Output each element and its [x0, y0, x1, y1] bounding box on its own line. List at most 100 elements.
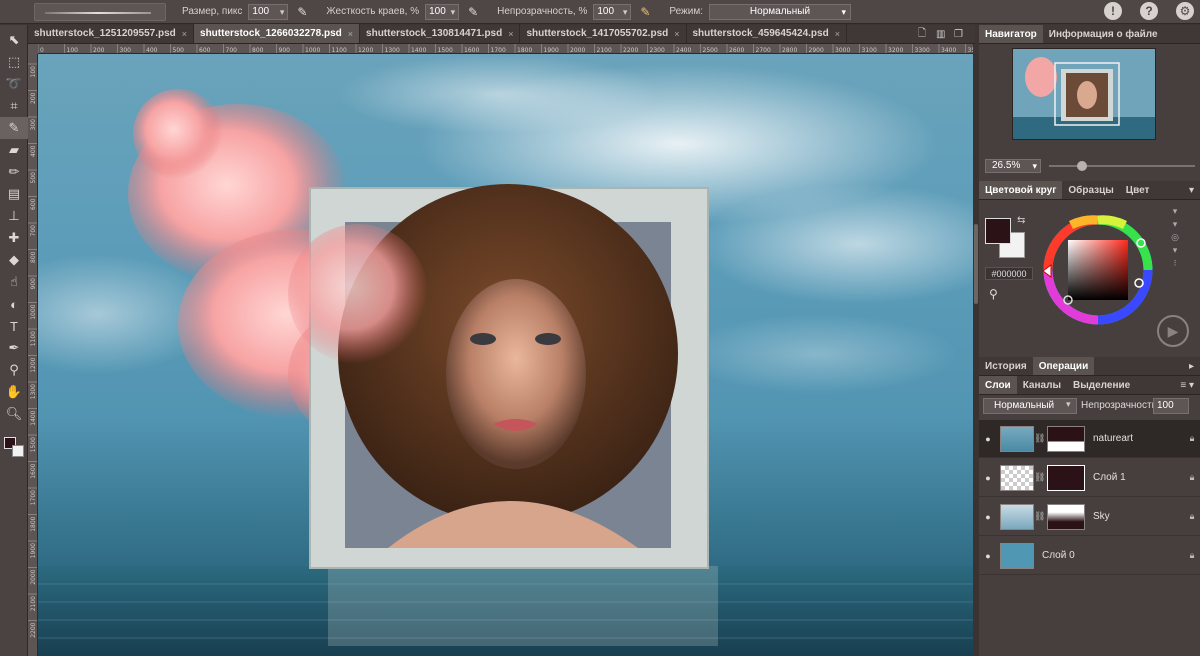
layer-blend-select[interactable]: Нормальный — [983, 398, 1077, 414]
crop-tool-icon[interactable]: ⌗ — [0, 95, 28, 117]
pen-tool-icon[interactable]: ✒ — [0, 337, 28, 359]
layer-name[interactable]: natureart — [1093, 433, 1184, 444]
tab-navigator[interactable]: Навигатор — [979, 25, 1043, 43]
zoom-tool-icon[interactable]: 🔍︎ — [0, 403, 28, 425]
ruler-label: 1100 — [30, 331, 37, 346]
tab-document[interactable]: shutterstock_459645424.psd × — [687, 24, 847, 43]
brush-tool-icon[interactable]: ✎ — [0, 117, 28, 139]
ruler-label: 200 — [30, 92, 37, 104]
close-icon[interactable]: × — [835, 29, 840, 39]
ruler-label: 400 — [30, 145, 37, 157]
background-color-swatch[interactable] — [12, 445, 24, 457]
new-document-icon[interactable]: 🗋 — [918, 25, 926, 44]
gradient-tool-icon[interactable]: ▤ — [0, 183, 28, 205]
close-icon[interactable]: × — [182, 29, 187, 39]
tab-layers[interactable]: Слои — [979, 376, 1017, 394]
layer-mask-thumbnail[interactable] — [1047, 503, 1085, 530]
layer-name[interactable]: Слой 1 — [1093, 472, 1184, 483]
link-icon[interactable]: ⛓ — [1034, 433, 1045, 444]
tab-history[interactable]: История — [979, 357, 1033, 375]
layer-row[interactable]: ● ⛓ Слой 1 🔒︎ — [979, 459, 1200, 497]
cascade-windows-icon[interactable]: ❐ — [954, 25, 963, 44]
hardness-input[interactable]: 100 — [425, 3, 460, 20]
hand-tool-icon[interactable]: ✋ — [0, 381, 28, 403]
brush-preset-picker[interactable] — [34, 2, 166, 21]
navigator-thumbnail[interactable] — [1012, 48, 1156, 140]
tab-color[interactable]: Цвет — [1120, 181, 1156, 199]
close-icon[interactable]: × — [508, 29, 513, 39]
dodge-tool-icon[interactable]: ◐ — [0, 293, 28, 315]
lock-icon[interactable]: 🔒︎ — [1184, 511, 1200, 522]
document-canvas[interactable] — [38, 54, 973, 656]
pen-pressure-icon[interactable]: ✎ — [294, 4, 310, 20]
document-tabs: shutterstock_1251209557.psd × shutterstoc… — [28, 24, 975, 44]
swap-colors-icon[interactable]: ⇆ — [1017, 215, 1025, 226]
tab-selection[interactable]: Выделение — [1067, 376, 1136, 394]
tab-operations[interactable]: Операции — [1032, 357, 1095, 375]
settings-gear-icon[interactable]: ⚙ — [1176, 2, 1194, 20]
visibility-eye-icon[interactable]: ● — [979, 434, 997, 444]
layer-row[interactable]: ● ⛓ natureart 🔒︎ — [979, 420, 1200, 458]
panel-menu-icon[interactable]: ▾ — [1183, 181, 1200, 199]
link-icon[interactable]: ⛓ — [1034, 511, 1045, 522]
tab-color-wheel[interactable]: Цветовой круг — [979, 181, 1063, 199]
tab-document[interactable]: shutterstock_1251209557.psd × — [28, 24, 195, 43]
eyedropper-icon[interactable]: ⚲ — [989, 287, 998, 301]
lasso-tool-icon[interactable]: ➰ — [0, 73, 28, 95]
eyedropper-tool-icon[interactable]: ⚲ — [0, 359, 28, 381]
tab-document-active[interactable]: shutterstock_1266032278.psd × — [194, 24, 361, 43]
zoom-slider-handle[interactable] — [1077, 161, 1087, 171]
layer-opacity-label: Непрозрачность — [1081, 400, 1157, 411]
zoom-select[interactable]: 26.5% — [985, 159, 1041, 173]
ruler-label: 1000 — [30, 304, 37, 319]
link-icon[interactable]: ⛓ — [1034, 472, 1045, 483]
marquee-tool-icon[interactable]: ⬚ — [0, 51, 28, 73]
brush-size-input[interactable]: 100 — [248, 3, 289, 20]
stamp-tool-icon[interactable]: ⊥ — [0, 205, 28, 227]
help-icon[interactable]: ? — [1140, 2, 1158, 20]
opacity-label: Непрозрачность, % — [497, 6, 588, 17]
hex-value[interactable]: #000000 — [985, 267, 1033, 280]
expand-icon[interactable]: ▸ — [1183, 357, 1200, 375]
play-icon[interactable]: ▶ — [1157, 315, 1189, 347]
pen-hardness-icon[interactable]: ✎ — [465, 4, 481, 20]
layer-row[interactable]: ● ⛓ Sky 🔒︎ — [979, 498, 1200, 536]
lock-icon[interactable]: 🔒︎ — [1184, 472, 1200, 483]
tab-swatches[interactable]: Образцы — [1062, 181, 1119, 199]
ruler-corner — [28, 44, 38, 54]
color-wheel[interactable] — [1041, 213, 1155, 327]
layer-name[interactable]: Слой 0 — [1042, 550, 1184, 561]
layer-thumbnail — [1000, 503, 1034, 530]
close-icon[interactable]: × — [674, 29, 679, 39]
healing-tool-icon[interactable]: ✚ — [0, 227, 28, 249]
eraser-tool-icon[interactable]: ▰ — [0, 139, 28, 161]
opacity-input[interactable]: 100 — [593, 3, 632, 20]
visibility-eye-icon[interactable]: ● — [979, 551, 997, 561]
pen-opacity-icon[interactable]: ✎ — [637, 4, 653, 20]
layer-mask-thumbnail[interactable] — [1047, 464, 1085, 491]
smudge-tool-icon[interactable]: ☝ — [0, 271, 28, 293]
layer-name[interactable]: Sky — [1093, 511, 1184, 522]
lock-icon[interactable]: 🔒︎ — [1184, 433, 1200, 444]
learn-icon[interactable]: ! — [1104, 2, 1122, 20]
close-icon[interactable]: × — [348, 29, 353, 39]
layer-row[interactable]: ● Слой 0 🔒︎ — [979, 537, 1200, 575]
type-tool-icon[interactable]: T — [0, 315, 28, 337]
layers-menu-icon[interactable]: ≡ ▾ — [1174, 376, 1200, 394]
move-tool-icon[interactable]: ⬉ — [0, 29, 28, 51]
zoom-slider[interactable] — [1049, 161, 1195, 171]
tab-channels[interactable]: Каналы — [1017, 376, 1067, 394]
visibility-eye-icon[interactable]: ● — [979, 512, 997, 522]
fill-tool-icon[interactable]: ◆ — [0, 249, 28, 271]
lock-icon[interactable]: 🔒︎ — [1184, 550, 1200, 561]
pencil-tool-icon[interactable]: ✏ — [0, 161, 28, 183]
harmony-controls[interactable]: ▾ ▾ ◎ ▾ ⁝ — [1165, 205, 1185, 270]
visibility-eye-icon[interactable]: ● — [979, 473, 997, 483]
tab-document[interactable]: shutterstock_130814471.psd × — [360, 24, 521, 43]
layer-opacity-input[interactable]: 100 — [1153, 398, 1189, 414]
tab-file-info[interactable]: Информация о файле — [1043, 25, 1164, 43]
tile-windows-icon[interactable]: ▥ — [936, 25, 945, 44]
blend-mode-select[interactable]: Нормальный — [708, 3, 851, 20]
layer-mask-thumbnail[interactable] — [1047, 425, 1085, 452]
tab-document[interactable]: shutterstock_1417055702.psd × — [520, 24, 687, 43]
